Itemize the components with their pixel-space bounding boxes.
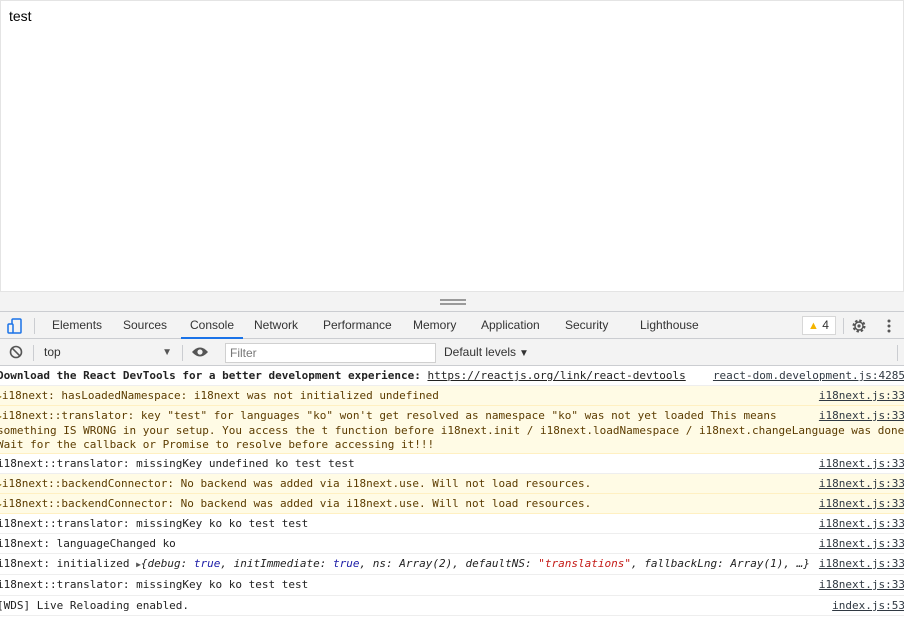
console-warning: ▶i18next::translator: key "test" for lan…	[0, 406, 904, 454]
device-toolbar-icon[interactable]	[6, 317, 24, 335]
toolbar-divider	[34, 318, 35, 334]
more-options-icon[interactable]	[884, 318, 894, 334]
clear-console-icon[interactable]	[9, 345, 23, 359]
message-text: something IS WRONG in your setup. You ac…	[0, 424, 904, 437]
devtools-link[interactable]: https://reactjs.org/link/react-devtools	[427, 369, 685, 382]
message-text: i18next: languageChanged ko	[0, 537, 176, 550]
page-viewport: test	[0, 0, 904, 292]
tab-sources[interactable]: Sources	[123, 312, 167, 339]
message-text: i18next::translator: missingKey undefine…	[0, 457, 355, 470]
tab-network[interactable]: Network	[254, 312, 298, 339]
page-text: test	[9, 8, 32, 24]
tab-elements[interactable]: Elements	[52, 312, 102, 339]
console-output: Download the React DevTools for a better…	[0, 366, 904, 624]
toolbar-divider	[33, 345, 34, 361]
devtools-resize-handle[interactable]	[0, 292, 904, 312]
tab-application[interactable]: Application	[481, 312, 540, 339]
context-select[interactable]: top ▼	[40, 343, 176, 362]
console-warning: ▶i18next: hasLoadedNamespace: i18next wa…	[0, 386, 904, 406]
gear-icon[interactable]	[851, 318, 867, 334]
message-source-link[interactable]: i18next.js:33	[814, 497, 904, 511]
message-source-link[interactable]: i18next.js:33	[815, 557, 904, 571]
tab-lighthouse[interactable]: Lighthouse	[640, 312, 699, 339]
tab-security[interactable]: Security	[565, 312, 608, 339]
message-source-link[interactable]: i18next.js:33	[814, 409, 904, 423]
message-text: i18next: hasLoadedNamespace: i18next was…	[1, 389, 439, 402]
filter-input[interactable]	[225, 343, 436, 363]
console-warning: ▶i18next::backendConnector: No backend w…	[0, 474, 904, 494]
message-text: [WDS] Live Reloading enabled.	[0, 599, 190, 612]
message-source-link[interactable]: index.js:53	[828, 599, 904, 613]
log-levels-dropdown[interactable]: Default levels ▼	[444, 339, 529, 366]
message-source-link[interactable]: react-dom.development.js:4285	[709, 369, 904, 383]
console-message: [WDS] Live Reloading enabled. index.js:5…	[0, 596, 904, 616]
warning-icon: ▲	[808, 320, 819, 332]
toolbar-divider	[897, 345, 898, 361]
message-text: Download the React DevTools for a better…	[0, 369, 428, 382]
message-source-link[interactable]: i18next.js:33	[814, 389, 904, 403]
message-source-link[interactable]: i18next.js:33	[815, 457, 904, 471]
message-source-link[interactable]: i18next.js:33	[814, 477, 904, 491]
tab-memory[interactable]: Memory	[413, 312, 456, 339]
tab-performance[interactable]: Performance	[323, 312, 392, 339]
console-message: i18next::translator: missingKey ko ko te…	[0, 575, 904, 596]
console-message: i18next: languageChanged ko i18next.js:3…	[0, 534, 904, 554]
message-text: Wait for the callback or Promise to reso…	[0, 438, 435, 451]
console-toolbar: top ▼ Default levels▼	[0, 339, 904, 366]
message-source-link[interactable]: i18next.js:33	[815, 537, 904, 551]
warnings-count: 4	[822, 318, 829, 332]
console-message: i18next: initialized ▶{debug: true, init…	[0, 554, 904, 575]
devtools-tab-bar: Elements Sources Console Network Perform…	[0, 312, 904, 339]
chevron-down-icon: ▼	[519, 348, 529, 359]
grip-icon	[440, 299, 466, 305]
message-text: i18next: initialized	[0, 557, 137, 570]
console-warning: ▶i18next::backendConnector: No backend w…	[0, 494, 904, 514]
message-source-link[interactable]: i18next.js:33	[815, 517, 904, 531]
message-source-link[interactable]: i18next.js:33	[815, 578, 904, 592]
object-preview[interactable]: {debug: true, initImmediate: true, ns: A…	[141, 557, 810, 570]
message-text: i18next::translator: key "test" for lang…	[1, 409, 777, 422]
message-text: i18next::translator: missingKey ko ko te…	[0, 578, 309, 591]
chevron-down-icon: ▼	[162, 347, 172, 358]
context-value: top	[44, 345, 61, 359]
console-message: Download the React DevTools for a better…	[0, 366, 904, 386]
message-text: i18next::backendConnector: No backend wa…	[1, 477, 592, 490]
tab-console[interactable]: Console	[181, 312, 243, 339]
toolbar-divider	[182, 345, 183, 361]
message-text: i18next::translator: missingKey ko ko te…	[0, 517, 309, 530]
warnings-badge[interactable]: ▲ 4	[802, 316, 836, 335]
console-message: i18next::translator: missingKey undefine…	[0, 454, 904, 474]
log-levels-label: Default levels	[444, 345, 517, 359]
console-message: i18next::translator: missingKey ko ko te…	[0, 514, 904, 534]
message-text: i18next::backendConnector: No backend wa…	[1, 497, 592, 510]
eye-icon[interactable]	[191, 346, 209, 358]
toolbar-divider	[843, 318, 844, 334]
